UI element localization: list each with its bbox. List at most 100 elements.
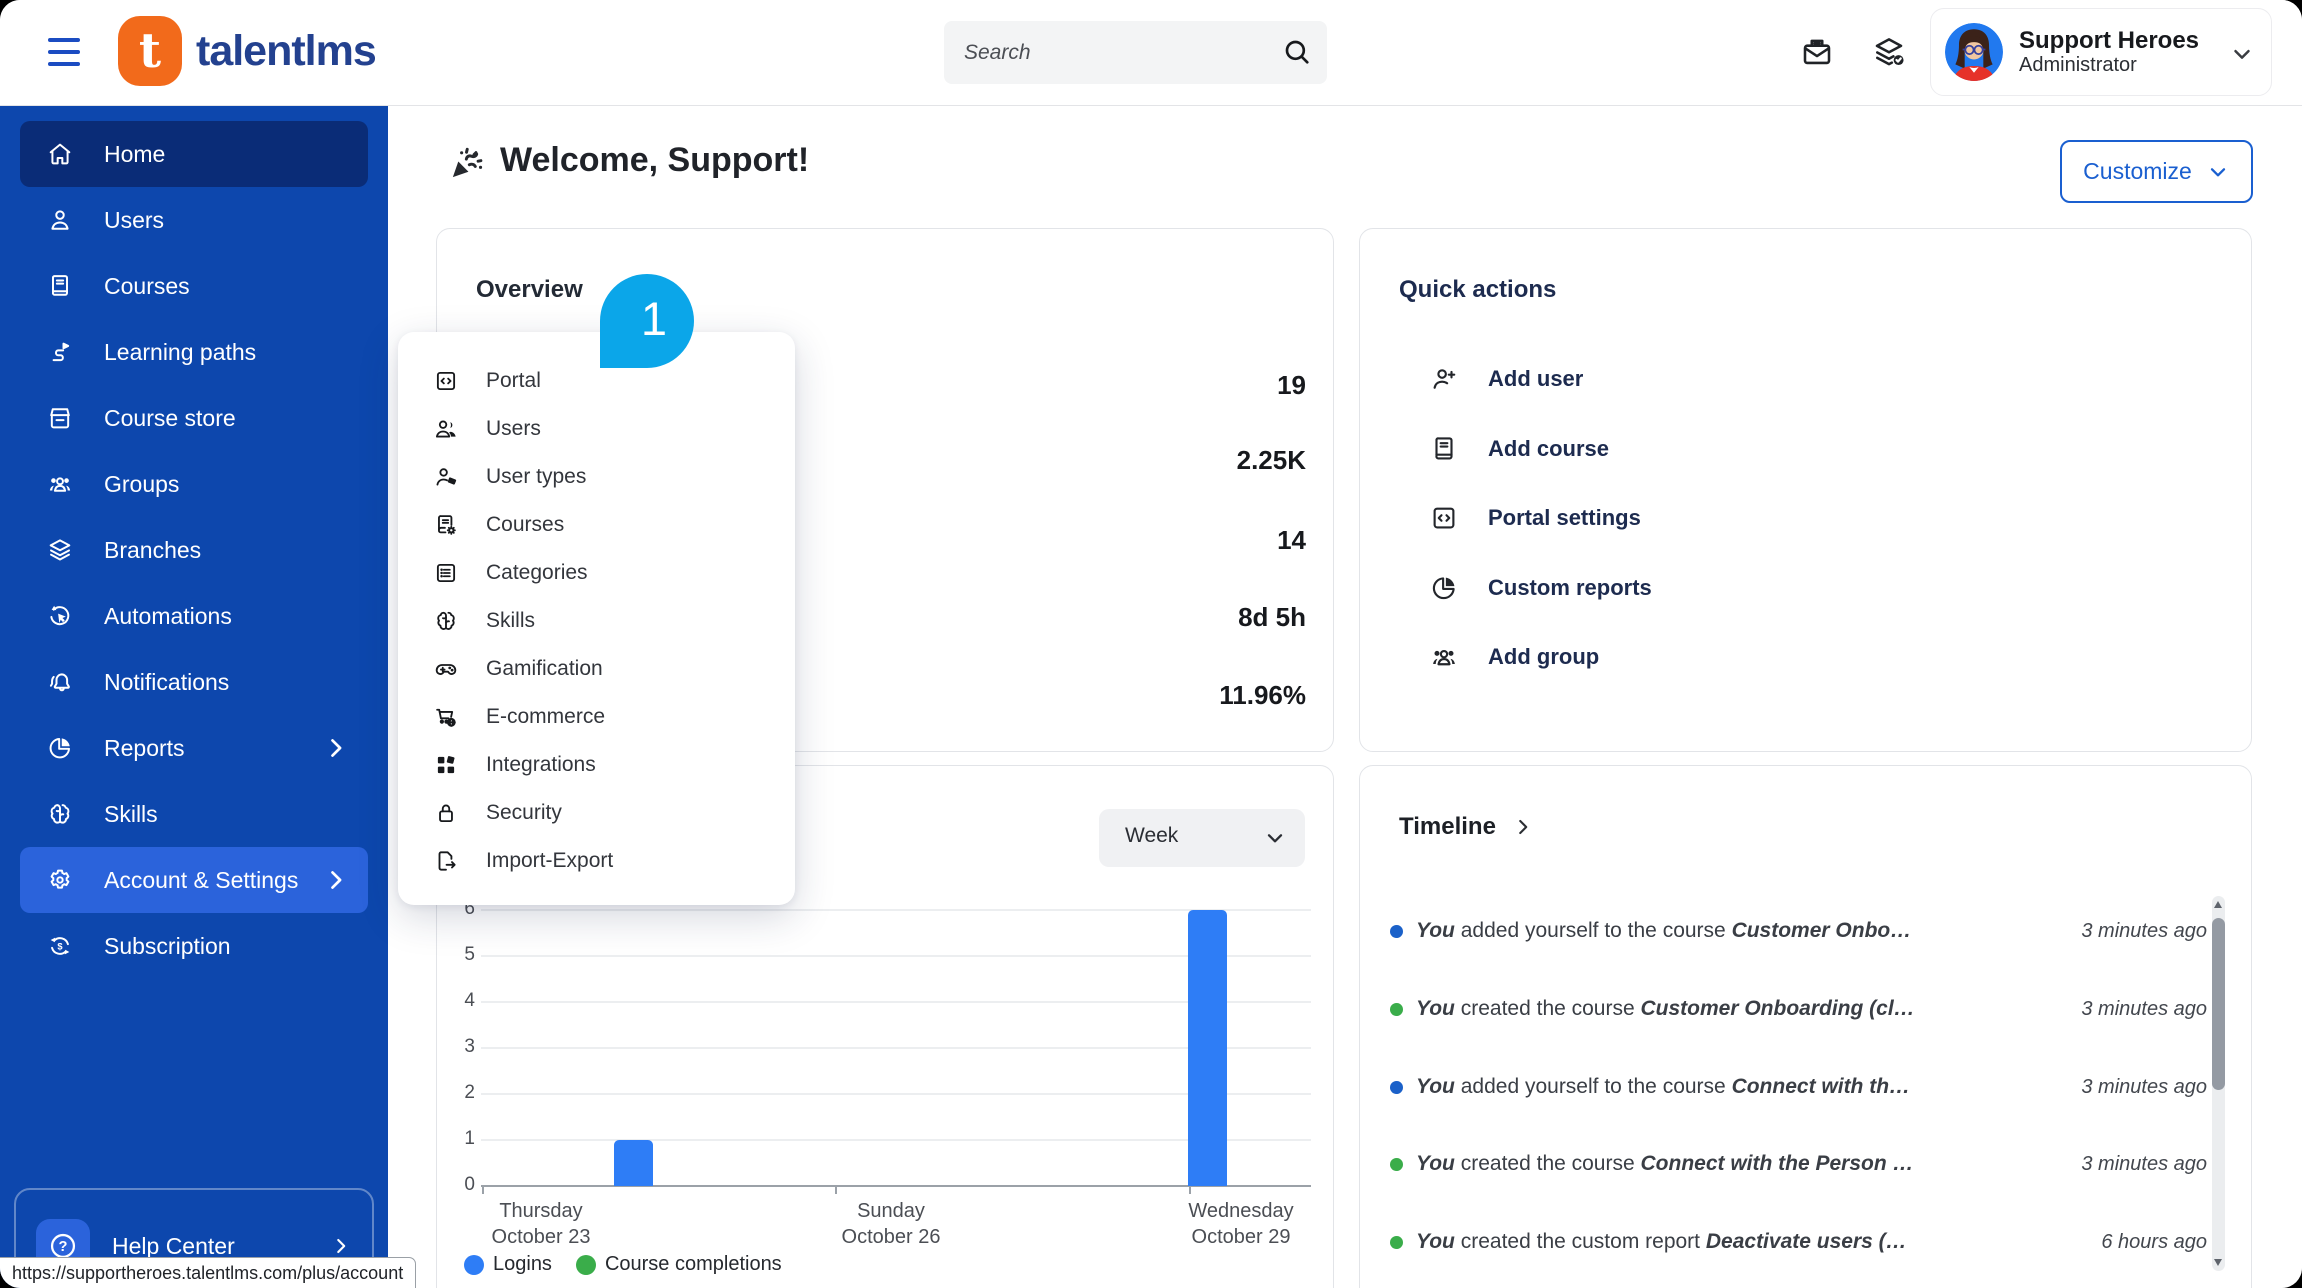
page-title: Welcome, Support!	[500, 141, 810, 179]
sidebar-item-learning-paths[interactable]: Learning paths	[20, 319, 368, 385]
gridline	[481, 1139, 1311, 1141]
menu-item-label: Import-Export	[486, 849, 614, 872]
timeline-entry[interactable]: You created the course Customer Onboardi…	[1390, 993, 2207, 1025]
list-square-icon	[433, 560, 459, 586]
timeline-entry-text: You added yourself to the course Custome…	[1416, 919, 1912, 942]
menu-item-gamification[interactable]: Gamification	[398, 645, 795, 693]
event-dot	[1390, 1157, 1403, 1171]
menu-item-label: User types	[486, 465, 587, 488]
chevron-right-icon[interactable]	[1512, 816, 1534, 838]
chevron-down-icon	[2206, 160, 2230, 184]
scroll-down-icon[interactable]	[2214, 1259, 2222, 1266]
menu-item-user-types[interactable]: User types	[398, 453, 795, 501]
menu-item-skills[interactable]: Skills	[398, 597, 795, 645]
sidebar-item-label: Home	[104, 140, 166, 167]
bar-logins-thursday-october-23	[614, 1140, 653, 1186]
controller-icon	[433, 656, 459, 682]
overview-stat-value: 8d 5h	[1238, 602, 1306, 632]
profile-menu[interactable]: Support Heroes Administrator	[1930, 8, 2272, 96]
overview-stat-value: 11.96%	[1219, 680, 1306, 710]
help-center-label: Help Center	[112, 1232, 235, 1259]
overview-stat-value: 14	[1277, 525, 1306, 555]
menu-item-label: Users	[486, 417, 541, 440]
sidebar-item-label: Subscription	[104, 932, 231, 959]
quick-action-add-user[interactable]: Add user	[1429, 359, 1583, 399]
gridline	[481, 909, 1311, 911]
quick-action-portal-settings[interactable]: Portal settings	[1429, 498, 1641, 538]
sidebar-item-groups[interactable]: Groups	[20, 451, 368, 517]
event-dot	[1390, 1235, 1403, 1249]
gridline	[481, 1047, 1311, 1049]
timeline-entry[interactable]: You created the custom report Deactivate…	[1390, 1226, 2207, 1258]
sidebar-item-reports[interactable]: Reports	[20, 715, 368, 781]
menu-item-users[interactable]: Users	[398, 405, 795, 453]
sidebar-item-home[interactable]: Home	[20, 121, 368, 187]
sidebar-item-users[interactable]: Users	[20, 187, 368, 253]
timeline-entry-text: You created the custom report Deactivate…	[1416, 1230, 1907, 1253]
menu-item-courses[interactable]: Courses	[398, 501, 795, 549]
menu-item-label: Integrations	[486, 753, 596, 776]
sidebar-item-label: Course store	[104, 404, 236, 431]
menu-item-label: Portal	[486, 369, 541, 392]
sidebar-item-branches[interactable]: Branches	[20, 517, 368, 583]
messages-icon[interactable]	[1799, 34, 1835, 70]
scroll-up-icon[interactable]	[2214, 901, 2222, 908]
chevron-right-icon	[330, 1235, 352, 1257]
x-axis-label: Sunday October 26	[841, 1200, 941, 1248]
annotation-step-badge: 1	[600, 274, 694, 368]
search-icon[interactable]	[1281, 36, 1313, 68]
menu-icon[interactable]	[48, 38, 80, 66]
date-range-select[interactable]: Week	[1099, 809, 1305, 867]
pie-icon	[1429, 573, 1459, 603]
chevron-down-icon	[2229, 41, 2255, 67]
event-dot	[1390, 924, 1403, 938]
sidebar-item-course-store[interactable]: Course store	[20, 385, 368, 451]
timeline-entry-text: You added yourself to the course Connect…	[1416, 1075, 1911, 1098]
menu-item-security[interactable]: Security	[398, 789, 795, 837]
status-url-tooltip: https://supportheroes.talentlms.com/plus…	[0, 1257, 417, 1288]
logo-wordmark: talentlms	[196, 26, 377, 75]
timeline-entry[interactable]: You created the course Connect with the …	[1390, 1148, 2207, 1180]
gridline	[481, 955, 1311, 957]
quick-action-label: Add group	[1488, 644, 1600, 669]
scrollbar-thumb[interactable]	[2212, 918, 2225, 1090]
timeline-card: Timeline You added yourself to the cours…	[1359, 765, 2252, 1288]
menu-item-categories[interactable]: Categories	[398, 549, 795, 597]
user-icon	[46, 206, 74, 234]
sidebar-item-skills[interactable]: Skills	[20, 781, 368, 847]
legend-item-course-completions: Course completions	[575, 1253, 782, 1276]
timeline-scrollbar[interactable]	[2212, 896, 2225, 1271]
menu-item-integrations[interactable]: Integrations	[398, 741, 795, 789]
screenshot-root: t talentlms Support Heroes Administrator	[0, 0, 2302, 1288]
menu-item-label: Gamification	[486, 657, 603, 680]
cart-icon	[433, 704, 459, 730]
talentlms-logo[interactable]: t talentlms	[118, 16, 377, 86]
chevron-down-icon	[1263, 826, 1287, 850]
sidebar-item-automations[interactable]: Automations	[20, 583, 368, 649]
course-library-icon[interactable]	[1871, 34, 1907, 70]
timeline-entry-time: 3 minutes ago	[2081, 1152, 2207, 1175]
customize-button[interactable]: Customize	[2060, 140, 2253, 203]
timeline-entry[interactable]: You added yourself to the course Connect…	[1390, 1071, 2207, 1103]
code-square-icon	[433, 368, 459, 394]
sidebar-item-courses[interactable]: Courses	[20, 253, 368, 319]
sidebar-item-subscription[interactable]: $ Subscription	[20, 913, 368, 979]
quick-action-add-course[interactable]: Add course	[1429, 429, 1609, 469]
menu-item-label: E-commerce	[486, 705, 606, 728]
quick-action-custom-reports[interactable]: Custom reports	[1429, 568, 1652, 608]
menu-item-import-export[interactable]: Import-Export	[398, 837, 795, 885]
store-icon	[46, 404, 74, 432]
overview-stat-value: 19	[1277, 370, 1306, 400]
quick-action-add-group[interactable]: Add group	[1429, 637, 1599, 677]
timeline-entry[interactable]: You added yourself to the course Custome…	[1390, 915, 2207, 947]
layers-icon	[46, 536, 74, 564]
search-input[interactable]	[944, 21, 1264, 84]
legend-swatch	[464, 1254, 484, 1275]
menu-item-portal[interactable]: Portal	[398, 357, 795, 405]
sidebar-item-notifications[interactable]: Notifications	[20, 649, 368, 715]
sidebar-item-label: Account & Settings	[104, 866, 299, 893]
sidebar-item-account-settings[interactable]: Account & Settings	[20, 847, 368, 913]
menu-item-e-commerce[interactable]: E-commerce	[398, 693, 795, 741]
overview-title: Overview	[476, 276, 583, 303]
event-dot	[1390, 1080, 1403, 1094]
